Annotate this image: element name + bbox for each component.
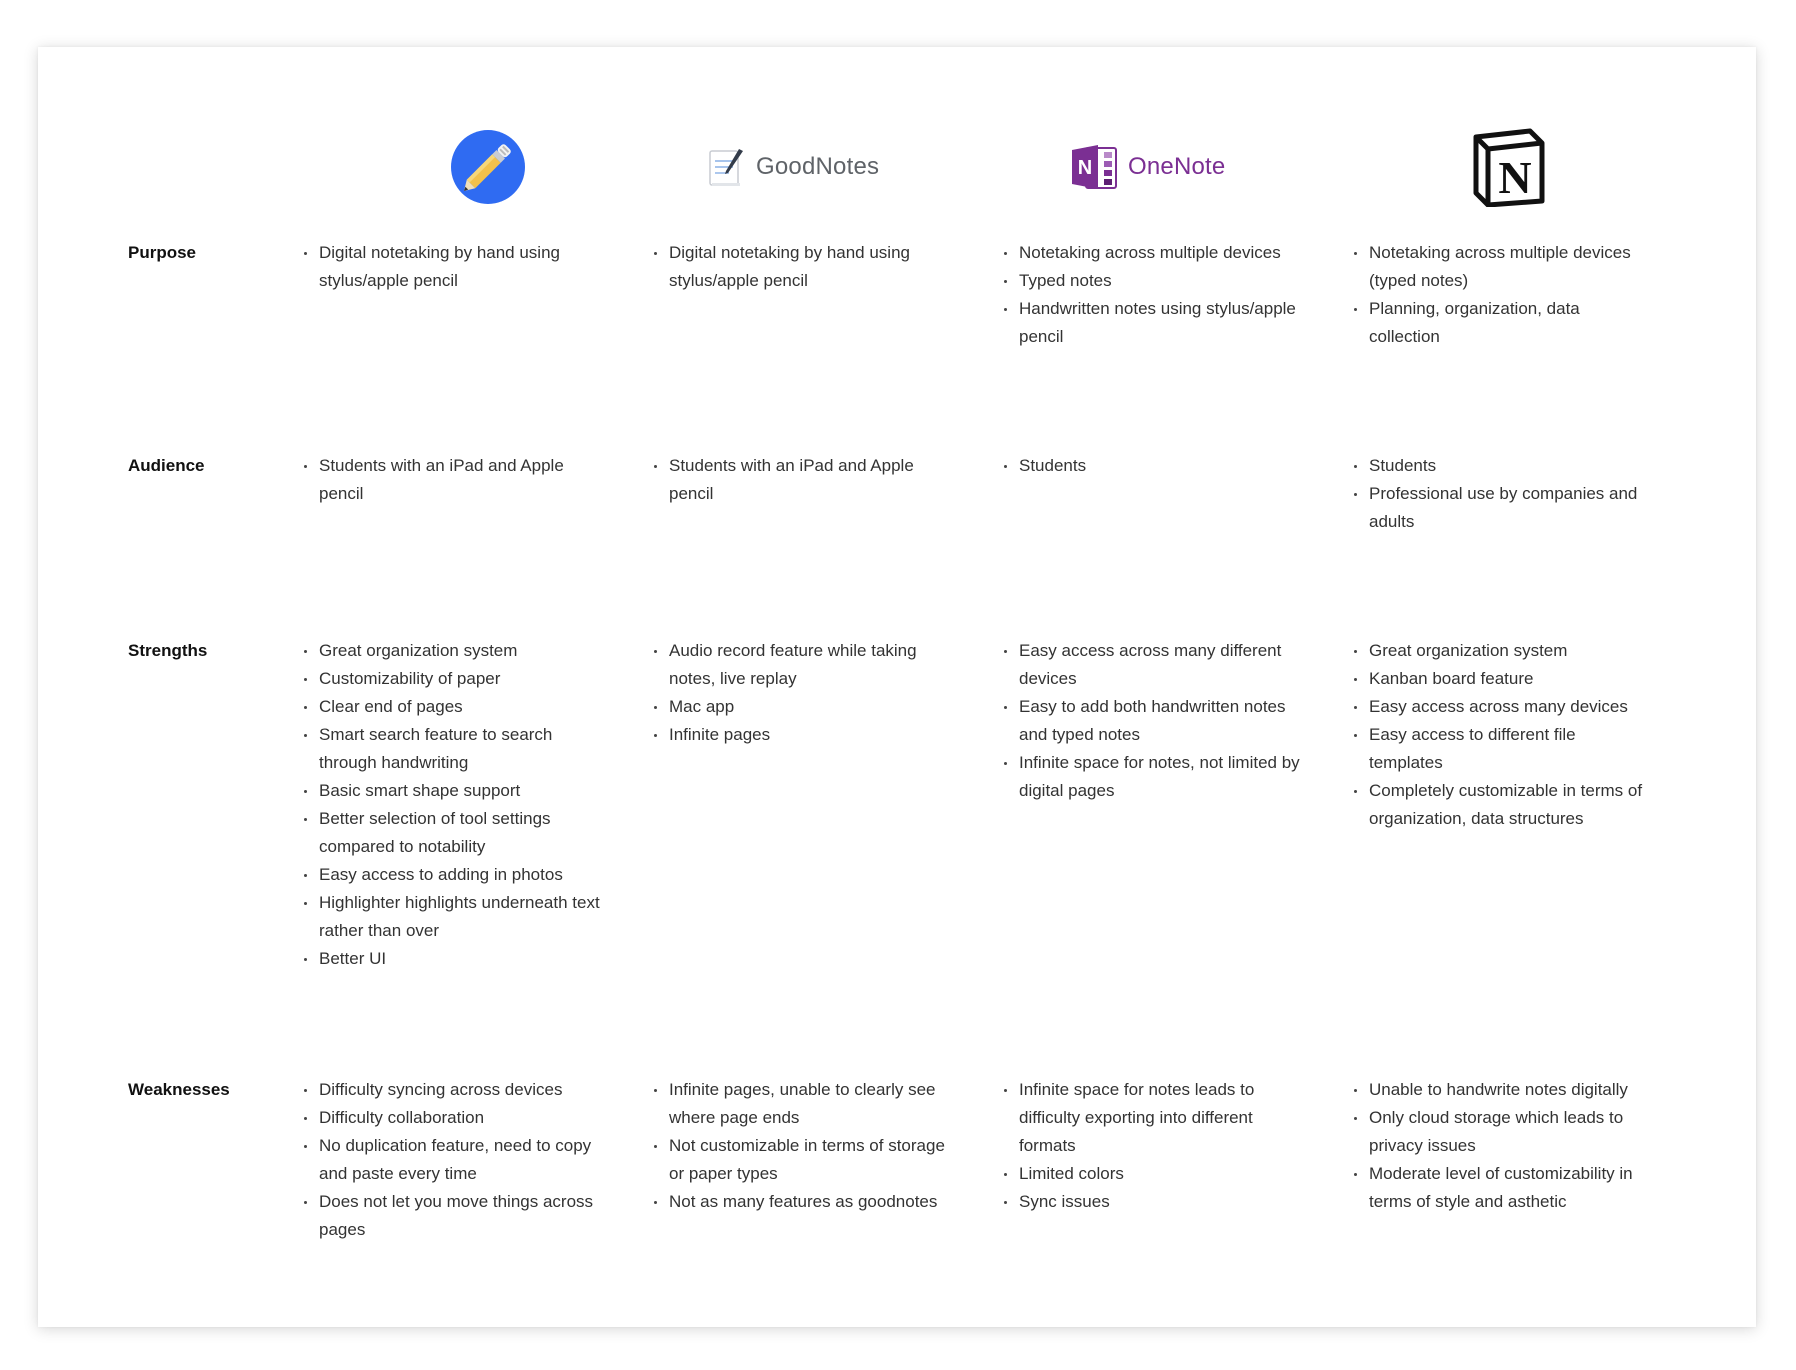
cell-purpose-notability: Digital notetaking by hand using stylus/… [303, 239, 603, 295]
list-item: Students with an iPad and Apple pencil [653, 452, 953, 508]
list-item: Easy access to adding in photos [303, 861, 603, 889]
list-item: Digital notetaking by hand using stylus/… [653, 239, 953, 295]
svg-text:N: N [1498, 152, 1531, 203]
list-item: Easy to add both handwritten notes and t… [1003, 693, 1303, 749]
list-item: Planning, organization, data collection [1353, 295, 1653, 351]
onenote-wordmark: OneNote [1128, 153, 1226, 180]
list-item: Notetaking across multiple devices (type… [1353, 239, 1653, 295]
list-item: Clear end of pages [303, 693, 603, 721]
list-item: Easy access to different file templates [1353, 721, 1653, 777]
cell-audience-goodnotes: Students with an iPad and Apple pencil [653, 452, 953, 508]
list-item: Basic smart shape support [303, 777, 603, 805]
bullet-list: Infinite space for notes leads to diffic… [1003, 1076, 1303, 1216]
onenote-icon: N [1072, 145, 1117, 189]
notability-pencil-icon [451, 130, 525, 204]
bullet-list: Students Professional use by companies an… [1353, 452, 1653, 536]
list-item: Easy access across many different device… [1003, 637, 1303, 693]
row-label-audience: Audience [128, 456, 205, 475]
list-item: Easy access across many devices [1353, 693, 1653, 721]
notion-logo: N [1448, 107, 1568, 227]
svg-text:N: N [1078, 157, 1092, 179]
list-item: Difficulty collaboration [303, 1104, 603, 1132]
list-item: Better UI [303, 945, 603, 973]
cell-strengths-onenote: Easy access across many different device… [1003, 637, 1303, 805]
list-item: Customizability of paper [303, 665, 603, 693]
cell-strengths-goodnotes: Audio record feature while taking notes,… [653, 637, 953, 749]
bullet-list: Unable to handwrite notes digitally Only … [1353, 1076, 1653, 1216]
list-item: Smart search feature to search through h… [303, 721, 603, 777]
cell-weaknesses-onenote: Infinite space for notes leads to diffic… [1003, 1076, 1303, 1216]
list-item: Mac app [653, 693, 953, 721]
bullet-list: Easy access across many different device… [1003, 637, 1303, 805]
bullet-list: Digital notetaking by hand using stylus/… [653, 239, 953, 295]
bullet-list: Notetaking across multiple devices (type… [1353, 239, 1653, 351]
list-item: Professional use by companies and adults [1353, 480, 1653, 536]
list-item: Not as many features as goodnotes [653, 1188, 953, 1216]
list-item: Highlighter highlights underneath text r… [303, 889, 603, 945]
cell-weaknesses-notion: Unable to handwrite notes digitally Only … [1353, 1076, 1653, 1216]
row-label-strengths: Strengths [128, 641, 208, 660]
list-item: Sync issues [1003, 1188, 1303, 1216]
list-item: Only cloud storage which leads to privac… [1353, 1104, 1653, 1160]
list-item: Infinite space for notes, not limited by… [1003, 749, 1303, 805]
list-item: Digital notetaking by hand using stylus/… [303, 239, 603, 295]
list-item: Great organization system [1353, 637, 1653, 665]
list-item: Unable to handwrite notes digitally [1353, 1076, 1653, 1104]
onenote-logo: N OneNote [1070, 107, 1225, 227]
goodnotes-notepad-icon [709, 149, 743, 186]
list-item: Students with an iPad and Apple pencil [303, 452, 603, 508]
row-label-weaknesses: Weaknesses [128, 1080, 230, 1099]
list-item: Does not let you move things across page… [303, 1188, 603, 1244]
cell-strengths-notability: Great organization system Customizability… [303, 637, 603, 973]
notion-n-icon: N [1473, 128, 1545, 207]
list-item: Better selection of tool settings compar… [303, 805, 603, 861]
list-item: Notetaking across multiple devices [1003, 239, 1303, 267]
cell-weaknesses-notability: Difficulty syncing across devices Difficu… [303, 1076, 603, 1244]
list-item: Great organization system [303, 637, 603, 665]
bullet-list: Students [1003, 452, 1303, 480]
list-item: Kanban board feature [1353, 665, 1653, 693]
list-item: Students [1353, 452, 1653, 480]
bullet-list: Notetaking across multiple devices Typed … [1003, 239, 1303, 351]
notability-logo [408, 107, 568, 227]
cell-audience-notability: Students with an iPad and Apple pencil [303, 452, 603, 508]
bullet-list: Digital notetaking by hand using stylus/… [303, 239, 603, 295]
list-item: No duplication feature, need to copy and… [303, 1132, 603, 1188]
list-item: Limited colors [1003, 1160, 1303, 1188]
list-item: Completely customizable in terms of orga… [1353, 777, 1653, 833]
cell-purpose-onenote: Notetaking across multiple devices Typed … [1003, 239, 1303, 351]
cell-weaknesses-goodnotes: Infinite pages, unable to clearly see wh… [653, 1076, 953, 1216]
bullet-list: Great organization system Customizability… [303, 637, 603, 973]
cell-purpose-goodnotes: Digital notetaking by hand using stylus/… [653, 239, 953, 295]
list-item: Infinite space for notes leads to diffic… [1003, 1076, 1303, 1160]
list-item: Typed notes [1003, 267, 1303, 295]
bullet-list: Students with an iPad and Apple pencil [303, 452, 603, 508]
list-item: Students [1003, 452, 1303, 480]
list-item: Audio record feature while taking notes,… [653, 637, 953, 693]
list-item: Handwritten notes using stylus/apple pen… [1003, 295, 1303, 351]
bullet-list: Great organization system Kanban board fe… [1353, 637, 1653, 833]
list-item: Difficulty syncing across devices [303, 1076, 603, 1104]
cell-audience-onenote: Students [1003, 452, 1303, 480]
list-item: Infinite pages [653, 721, 953, 749]
bullet-list: Audio record feature while taking notes,… [653, 637, 953, 749]
row-label-purpose: Purpose [128, 243, 197, 262]
bullet-list: Difficulty syncing across devices Difficu… [303, 1076, 603, 1244]
cell-audience-notion: Students Professional use by companies an… [1353, 452, 1653, 536]
goodnotes-logo: GoodNotes [706, 107, 879, 227]
cell-purpose-notion: Notetaking across multiple devices (type… [1353, 239, 1653, 351]
bullet-list: Students with an iPad and Apple pencil [653, 452, 953, 508]
goodnotes-wordmark: GoodNotes [756, 153, 880, 180]
comparison-card: GoodNotes N OneNote N Purpose Audience S… [38, 47, 1756, 1327]
list-item: Moderate level of customizability in ter… [1353, 1160, 1653, 1216]
cell-strengths-notion: Great organization system Kanban board fe… [1353, 637, 1653, 833]
list-item: Not customizable in terms of storage or … [653, 1132, 953, 1188]
bullet-list: Infinite pages, unable to clearly see wh… [653, 1076, 953, 1216]
list-item: Infinite pages, unable to clearly see wh… [653, 1076, 953, 1132]
